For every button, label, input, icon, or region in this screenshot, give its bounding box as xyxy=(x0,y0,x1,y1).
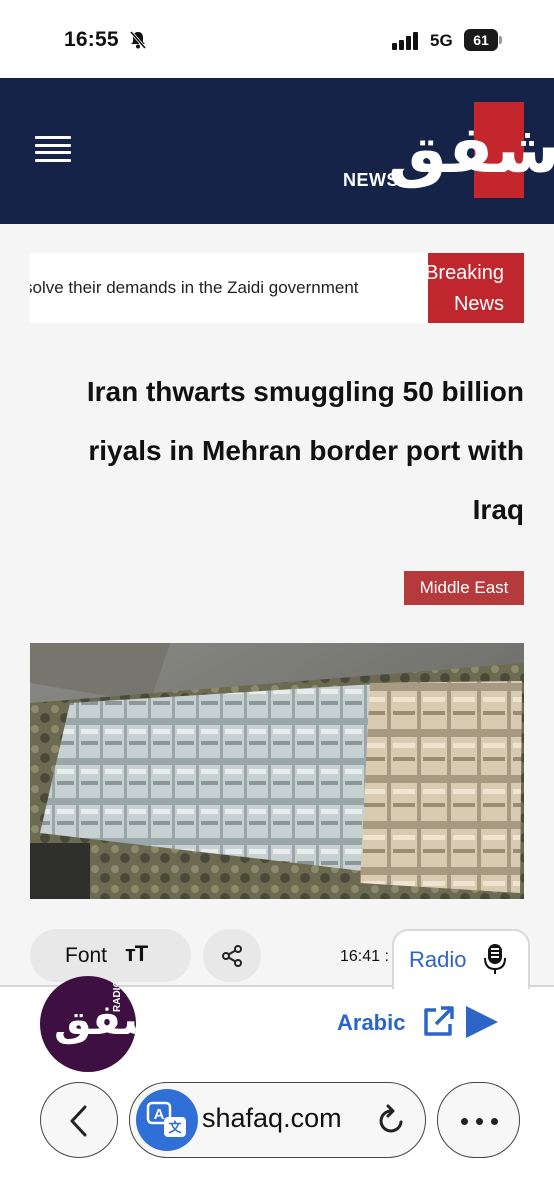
radio-logo-word: RADIO xyxy=(112,979,123,1012)
browser-back-button[interactable] xyxy=(40,1082,118,1158)
signal-icon xyxy=(392,32,418,50)
status-time: 16:55 xyxy=(64,28,119,51)
share-icon xyxy=(222,945,242,967)
shafaq-news-logo[interactable]: شفق NEWS xyxy=(340,102,554,200)
microphone-icon xyxy=(484,944,506,974)
hamburger-menu-icon[interactable] xyxy=(35,136,71,166)
ticker-text[interactable]: solve their demands in the Zaidi governm… xyxy=(30,278,359,298)
text-size-icon: тT xyxy=(125,941,148,966)
radio-tab-label: Radio xyxy=(409,947,467,972)
radio-tab[interactable]: Radio xyxy=(392,929,530,989)
publish-time: 16:41 : xyxy=(340,948,389,965)
shafaq-radio-logo: شفق RADIO xyxy=(40,976,136,1072)
radio-logo-arabic: شفق xyxy=(54,995,136,1044)
status-bar: 16:55 5G 61 xyxy=(0,0,554,78)
article-photo xyxy=(30,643,524,899)
category-tag[interactable]: Middle East xyxy=(404,571,524,605)
reload-icon[interactable] xyxy=(376,1103,408,1137)
article-headline: Iran thwarts smuggling 50 billion riyals… xyxy=(86,376,524,525)
play-icon[interactable] xyxy=(464,1004,500,1040)
svg-text:文: 文 xyxy=(168,1120,182,1136)
font-button-label: Font xyxy=(65,944,108,967)
url-text[interactable]: shafaq.com xyxy=(202,1103,342,1134)
share-button[interactable] xyxy=(203,929,261,982)
battery-level: 61 xyxy=(464,29,498,51)
address-bar[interactable]: A 文 shafaq.com xyxy=(129,1082,426,1158)
site-header: شفق NEWS xyxy=(0,78,554,224)
font-size-button[interactable]: Font тT xyxy=(30,929,191,982)
more-options-button[interactable] xyxy=(437,1082,520,1158)
logo-arabic: شفق xyxy=(388,111,554,188)
bell-muted-icon xyxy=(129,31,147,49)
breaking-news-ticker[interactable]: solve their demands in the Zaidi governm… xyxy=(30,253,524,323)
network-label: 5G xyxy=(430,31,453,50)
arabic-radio-link[interactable]: Arabic xyxy=(337,1010,405,1036)
translate-icon[interactable]: A 文 xyxy=(136,1089,198,1151)
logo-news-text: NEWS xyxy=(343,170,399,190)
chevron-left-icon xyxy=(70,1105,87,1137)
battery-icon: 61 xyxy=(464,29,502,51)
breaking-news-label: Breaking News xyxy=(428,253,524,323)
external-link-icon[interactable] xyxy=(420,1004,456,1040)
svg-text:A: A xyxy=(154,1106,165,1123)
